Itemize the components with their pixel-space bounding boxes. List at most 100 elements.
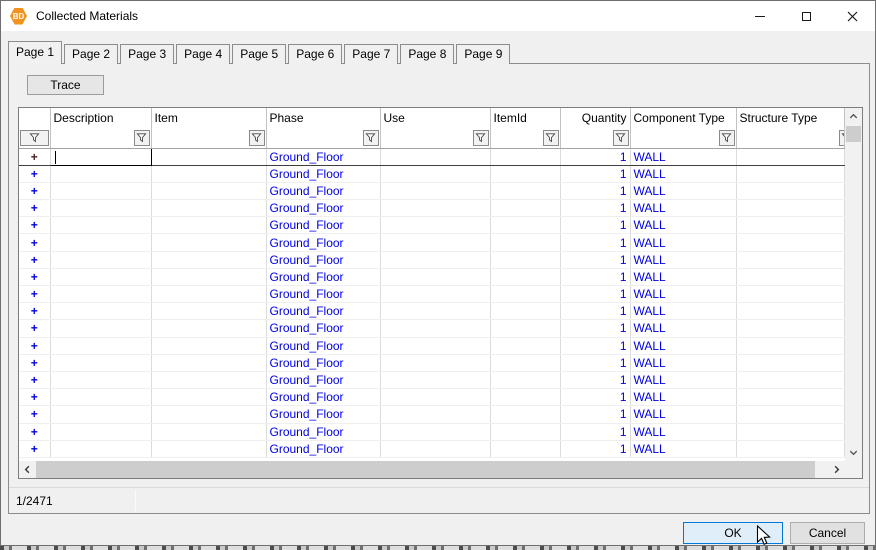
column-header-row_marker[interactable] [19,108,50,148]
cell-description[interactable] [50,165,151,182]
cell-component_type[interactable]: WALL [630,423,736,440]
cell-quantity[interactable]: 1 [560,251,630,268]
cell-item_id[interactable] [490,234,560,251]
table-row[interactable]: +Ground_Floor1WALL [19,234,844,251]
table-row[interactable]: +Ground_Floor1WALL [19,303,844,320]
cell-description[interactable] [50,251,151,268]
cell-description[interactable] [50,148,151,165]
cell-description[interactable] [50,320,151,337]
cell-item_id[interactable] [490,440,560,457]
scroll-left-button[interactable] [19,461,36,478]
table-row[interactable]: +Ground_Floor1WALL [19,354,844,371]
tab-page-5[interactable]: Page 5 [232,44,286,64]
cell-structure_type[interactable] [736,234,844,251]
cell-use[interactable] [380,234,490,251]
filter-button-quantity[interactable] [613,130,629,146]
tab-page-1[interactable]: Page 1 [8,41,62,64]
cell-item[interactable] [151,286,266,303]
cell-use[interactable] [380,371,490,388]
cell-description[interactable] [50,217,151,234]
filter-button-row_marker[interactable] [20,130,49,146]
cell-component_type[interactable]: WALL [630,234,736,251]
cell-description[interactable] [50,406,151,423]
cell-phase[interactable]: Ground_Floor [266,148,380,165]
filter-button-use[interactable] [473,130,489,146]
cell-item[interactable] [151,268,266,285]
cell-structure_type[interactable] [736,268,844,285]
cell-structure_type[interactable] [736,440,844,457]
cell-phase[interactable]: Ground_Floor [266,286,380,303]
cell-quantity[interactable]: 1 [560,337,630,354]
table-row[interactable]: +Ground_Floor1WALL [19,200,844,217]
tab-page-7[interactable]: Page 7 [344,44,398,64]
cell-structure_type[interactable] [736,148,844,165]
cell-phase[interactable]: Ground_Floor [266,406,380,423]
cell-row_marker[interactable]: + [19,406,50,423]
table-row[interactable]: +Ground_Floor1WALL [19,217,844,234]
cell-item_id[interactable] [490,423,560,440]
cell-phase[interactable]: Ground_Floor [266,371,380,388]
cell-use[interactable] [380,423,490,440]
cell-structure_type[interactable] [736,182,844,199]
cell-row_marker[interactable]: + [19,268,50,285]
column-header-phase[interactable]: Phase [266,108,380,148]
cell-use[interactable] [380,165,490,182]
column-header-quantity[interactable]: Quantity [560,108,630,148]
cell-use[interactable] [380,200,490,217]
table-row[interactable]: +Ground_Floor1WALL [19,148,844,165]
cell-use[interactable] [380,251,490,268]
cell-item_id[interactable] [490,354,560,371]
tab-page-9[interactable]: Page 9 [456,44,510,64]
cell-phase[interactable]: Ground_Floor [266,165,380,182]
cell-row_marker[interactable]: + [19,371,50,388]
table-row[interactable]: +Ground_Floor1WALL [19,406,844,423]
cell-phase[interactable]: Ground_Floor [266,234,380,251]
cell-row_marker[interactable]: + [19,148,50,165]
cell-item_id[interactable] [490,406,560,423]
cell-row_marker[interactable]: + [19,182,50,199]
close-button[interactable] [829,1,875,31]
cell-quantity[interactable]: 1 [560,423,630,440]
cell-item[interactable] [151,234,266,251]
cell-phase[interactable]: Ground_Floor [266,217,380,234]
cell-description[interactable] [50,423,151,440]
cell-structure_type[interactable] [736,286,844,303]
filter-button-item_id[interactable] [543,130,559,146]
cell-phase[interactable]: Ground_Floor [266,440,380,457]
cell-component_type[interactable]: WALL [630,440,736,457]
cell-item_id[interactable] [490,148,560,165]
cell-description[interactable] [50,371,151,388]
scroll-down-button[interactable] [845,444,862,461]
horizontal-scroll-thumb[interactable] [36,461,815,478]
cell-phase[interactable]: Ground_Floor [266,200,380,217]
cell-use[interactable] [380,268,490,285]
cell-description[interactable] [50,286,151,303]
cell-phase[interactable]: Ground_Floor [266,354,380,371]
cell-quantity[interactable]: 1 [560,303,630,320]
cell-use[interactable] [380,320,490,337]
cell-component_type[interactable]: WALL [630,217,736,234]
cell-structure_type[interactable] [736,389,844,406]
table-row[interactable]: +Ground_Floor1WALL [19,371,844,388]
cell-item[interactable] [151,251,266,268]
horizontal-scrollbar[interactable] [19,461,862,478]
cell-item[interactable] [151,320,266,337]
minimize-button[interactable] [737,1,783,31]
scroll-right-button[interactable] [828,461,845,478]
cell-quantity[interactable]: 1 [560,320,630,337]
vertical-scroll-track[interactable] [845,142,862,444]
cell-use[interactable] [380,440,490,457]
scroll-up-button[interactable] [845,108,862,125]
cell-row_marker[interactable]: + [19,165,50,182]
table-row[interactable]: +Ground_Floor1WALL [19,423,844,440]
cell-component_type[interactable]: WALL [630,320,736,337]
cell-row_marker[interactable]: + [19,200,50,217]
cell-quantity[interactable]: 1 [560,286,630,303]
cell-item[interactable] [151,200,266,217]
cell-description[interactable] [50,182,151,199]
tab-page-3[interactable]: Page 3 [120,44,174,64]
cell-item[interactable] [151,440,266,457]
filter-button-component_type[interactable] [719,130,735,146]
cell-use[interactable] [380,337,490,354]
cell-structure_type[interactable] [736,200,844,217]
